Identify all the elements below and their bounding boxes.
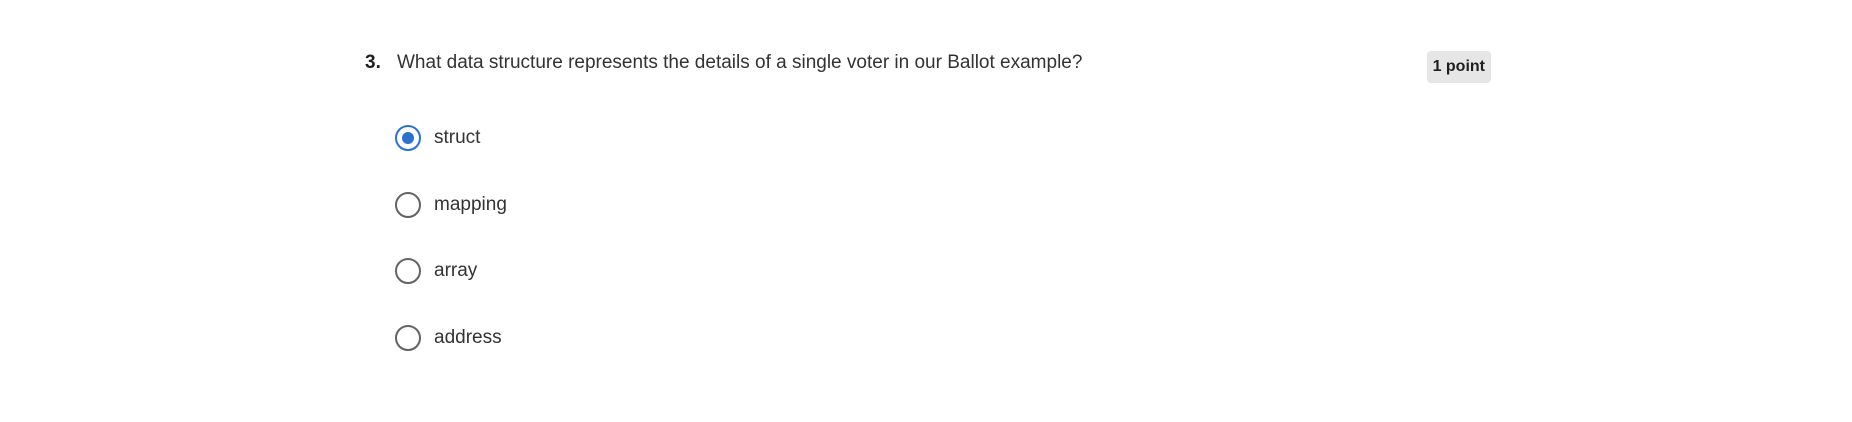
radio-button-selected[interactable] bbox=[395, 125, 421, 151]
option-array[interactable]: array bbox=[395, 257, 507, 285]
question-text: What data structure represents the detai… bbox=[397, 52, 1083, 73]
quiz-question: 3. What data structure represents the de… bbox=[365, 0, 1491, 422]
option-label: array bbox=[434, 260, 478, 281]
option-struct[interactable]: struct bbox=[395, 124, 507, 152]
question-header: 3. What data structure represents the de… bbox=[365, 52, 1082, 74]
answer-options: struct mapping array address bbox=[395, 124, 507, 390]
points-badge: 1 point bbox=[1426, 51, 1491, 83]
option-label: mapping bbox=[434, 193, 507, 215]
radio-button[interactable] bbox=[395, 324, 421, 351]
option-address[interactable]: address bbox=[395, 324, 507, 352]
question-number: 3. bbox=[365, 52, 381, 73]
radio-button[interactable] bbox=[395, 191, 421, 218]
option-label: struct bbox=[434, 127, 481, 148]
radio-button[interactable] bbox=[395, 258, 421, 284]
option-label: address bbox=[434, 326, 502, 348]
option-mapping[interactable]: mapping bbox=[395, 191, 507, 219]
